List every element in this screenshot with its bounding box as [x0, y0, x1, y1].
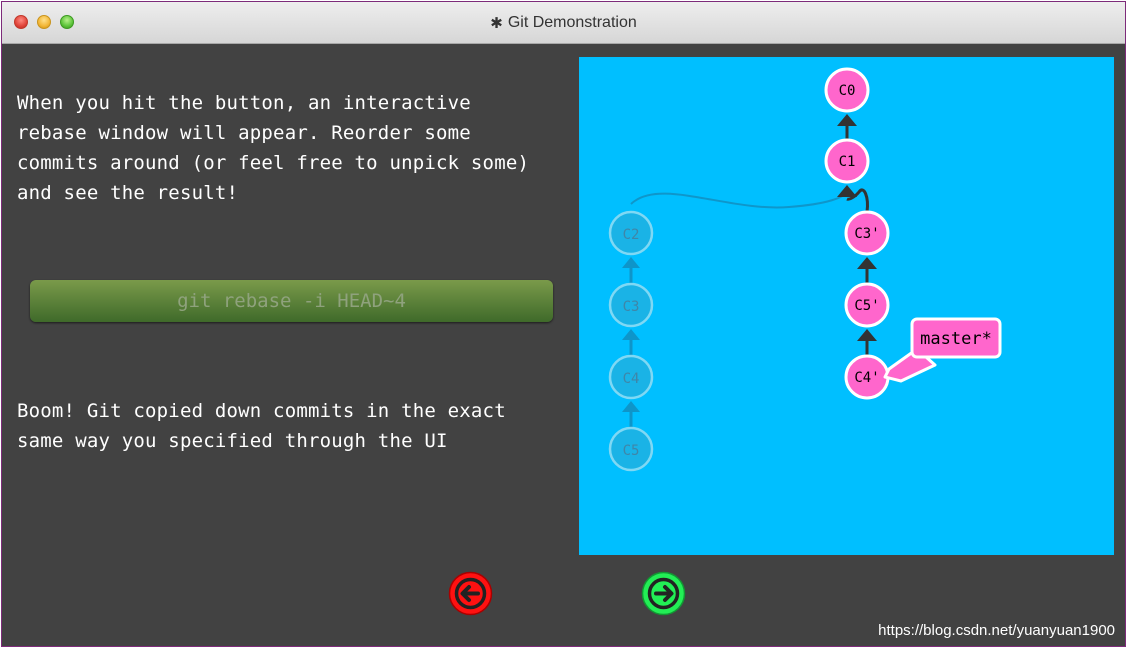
faded-arrowhead [622, 257, 640, 268]
commit-c3-prime: C3' [844, 210, 890, 256]
window-title: Git Demonstration [507, 14, 637, 31]
window-title-wrap: ✱ Git Demonstration [2, 2, 1125, 44]
git-graph-canvas: C2 C3 C4 C5 C0 C1 C3' C5' C4' master* [579, 57, 1114, 555]
faded-arrowhead [622, 329, 640, 340]
outro-line: same way you specified through the UI [17, 430, 448, 452]
faded-commit-c2: C2 [608, 210, 654, 256]
faded-commit-c5: C5 [608, 426, 654, 472]
watermark-text: https://blog.csdn.net/yuanyuan1900 [878, 622, 1115, 639]
commit-label: C5 [623, 443, 640, 459]
commit-label: C4 [623, 371, 640, 387]
faded-commit-c3: C3 [608, 282, 654, 328]
outro-line: Boom! Git copied down commits in the exa… [17, 400, 506, 422]
faded-commit-c4: C4 [608, 354, 654, 400]
intro-line: rebase window will appear. Reorder some [17, 122, 471, 144]
commit-label: C4' [854, 370, 879, 386]
commit-label: C5' [854, 298, 879, 314]
forward-button[interactable] [641, 571, 686, 616]
git-rebase-command-button[interactable]: git rebase -i HEAD~4 [30, 280, 553, 322]
arrow-left-icon [448, 571, 493, 616]
commit-label: C3 [623, 299, 640, 315]
command-label: git rebase -i HEAD~4 [177, 290, 406, 312]
git-graph-svg: C2 C3 C4 C5 C0 C1 C3' C5' C4' master* [608, 67, 1002, 472]
faded-edge [630, 191, 848, 209]
commit-c5-prime: C5' [844, 282, 890, 328]
commit-label: C3' [854, 226, 879, 242]
commit-c1: C1 [824, 138, 870, 184]
commit-c0: C0 [824, 67, 870, 113]
intro-line: and see the result! [17, 182, 239, 204]
faded-arrowhead [622, 401, 640, 412]
arrow-right-icon [641, 571, 686, 616]
title-bar: ✱ Git Demonstration [2, 2, 1125, 44]
intro-line: commits around (or feel free to unpick s… [17, 152, 530, 174]
faded-commit-group [622, 191, 848, 428]
arrowhead [837, 114, 857, 126]
back-button[interactable] [448, 571, 493, 616]
commit-label: C2 [623, 227, 640, 243]
intro-line: When you hit the button, an interactive [17, 92, 471, 114]
commit-label: C1 [839, 154, 856, 170]
branch-name: master* [920, 329, 992, 349]
arrowhead [857, 257, 877, 269]
arrowhead [837, 185, 857, 197]
intro-text: When you hit the button, an interactive … [17, 88, 577, 208]
arrowhead [857, 329, 877, 341]
commit-c4-prime: C4' [844, 354, 890, 400]
gear-icon: ✱ [490, 15, 503, 32]
app-window: ✱ Git Demonstration When you hit the but… [1, 1, 1126, 647]
outro-text: Boom! Git copied down commits in the exa… [17, 396, 577, 456]
branch-label-master: master* [883, 317, 1002, 383]
commit-label: C0 [839, 83, 856, 99]
